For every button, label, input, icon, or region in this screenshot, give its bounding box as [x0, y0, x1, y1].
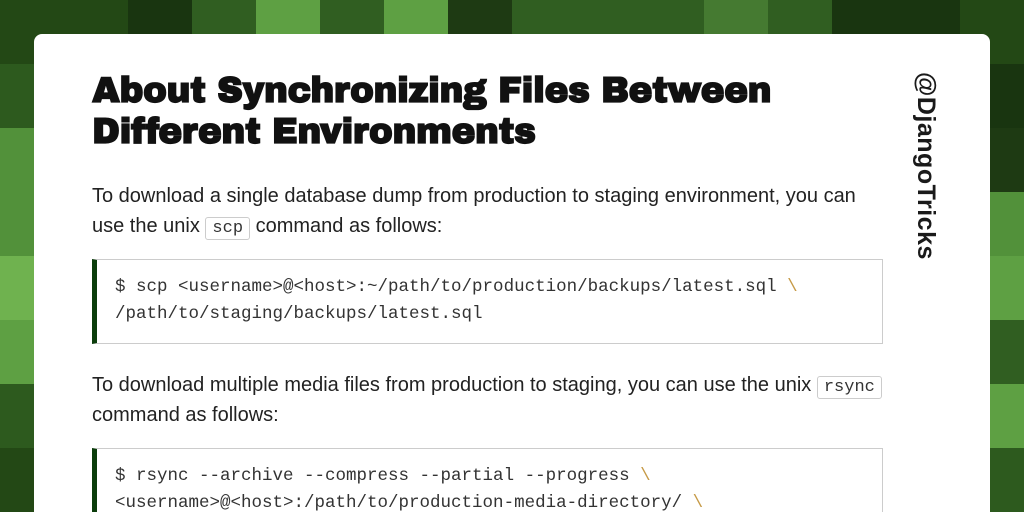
intro-paragraph-1: To download a single database dump from … [92, 181, 883, 242]
para2-text-b: command as follows: [92, 404, 279, 426]
intro-paragraph-2: To download multiple media files from pr… [92, 370, 883, 431]
inline-code-scp: scp [205, 217, 250, 240]
line-continuation: \ [787, 277, 798, 297]
line-continuation: \ [693, 493, 704, 512]
para2-text-a: To download multiple media files from pr… [92, 374, 817, 396]
inline-code-rsync: rsync [817, 376, 882, 399]
para1-text-b: command as follows: [250, 215, 442, 237]
main-column: About Synchronizing Files Between Differ… [92, 70, 883, 512]
code2-line1: $ rsync --archive --compress --partial -… [115, 466, 640, 486]
content-card: About Synchronizing Files Between Differ… [34, 34, 990, 512]
page-title: About Synchronizing Files Between Differ… [92, 70, 883, 153]
code-block-rsync: $ rsync --archive --compress --partial -… [92, 448, 883, 512]
handle-sidebar: @DjangoTricks [911, 70, 940, 512]
code1-line1: $ scp <username>@<host>:~/path/to/produc… [115, 277, 787, 297]
code2-line2: <username>@<host>:/path/to/production-me… [115, 493, 693, 512]
code1-line2: /path/to/staging/backups/latest.sql [115, 304, 483, 324]
code-block-scp: $ scp <username>@<host>:~/path/to/produc… [92, 259, 883, 343]
line-continuation: \ [640, 466, 651, 486]
